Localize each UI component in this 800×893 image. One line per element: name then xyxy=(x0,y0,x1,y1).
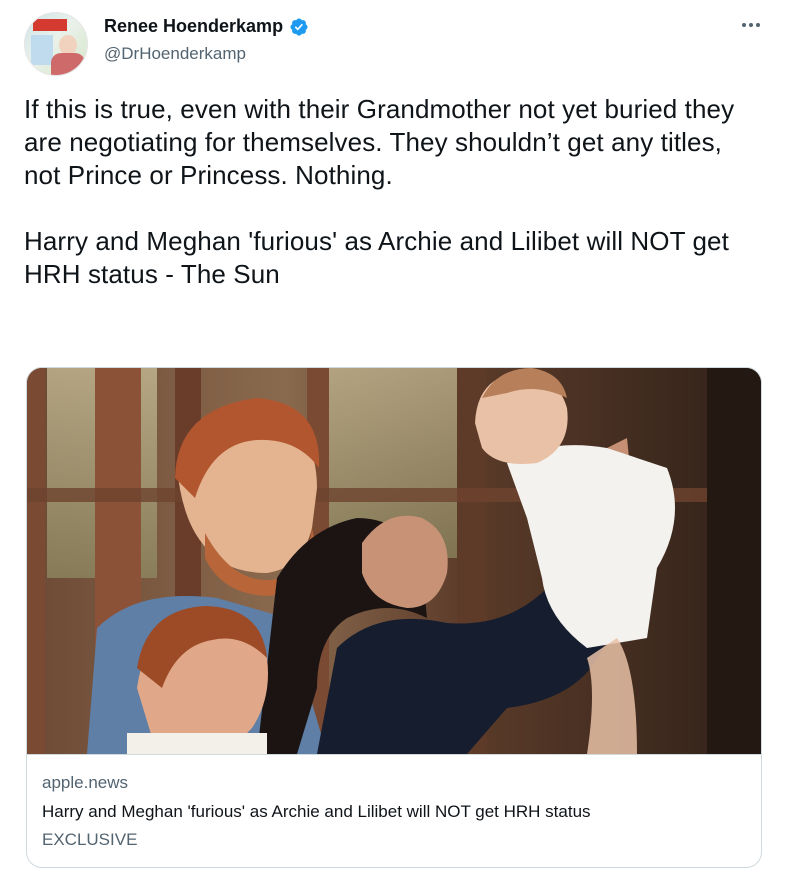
author-handle[interactable]: @DrHoenderkamp xyxy=(104,44,246,64)
link-preview-card[interactable]: apple.news Harry and Meghan 'furious' as… xyxy=(26,367,762,868)
verified-badge-icon xyxy=(290,17,308,36)
card-description: EXCLUSIVE xyxy=(42,830,138,849)
tweet-paragraph: If this is true, even with their Grandmo… xyxy=(24,94,735,190)
tweet-paragraph: Harry and Meghan 'furious' as Archie and… xyxy=(24,226,729,289)
card-domain: apple.news xyxy=(42,773,129,792)
card-image[interactable] xyxy=(27,368,762,754)
tweet[interactable]: Renee Hoenderkamp @DrHoenderkamp If this… xyxy=(0,0,800,893)
author-display-name[interactable]: Renee Hoenderkamp xyxy=(104,16,283,37)
avatar[interactable] xyxy=(24,12,88,76)
card-title: Harry and Meghan 'furious' as Archie and… xyxy=(42,802,591,821)
more-options-button[interactable] xyxy=(734,12,768,38)
card-info[interactable]: apple.news Harry and Meghan 'furious' as… xyxy=(27,754,761,867)
tweet-text: If this is true, even with their Grandmo… xyxy=(24,93,764,291)
more-options-icon xyxy=(742,23,746,27)
author-name-row: Renee Hoenderkamp xyxy=(104,16,309,37)
